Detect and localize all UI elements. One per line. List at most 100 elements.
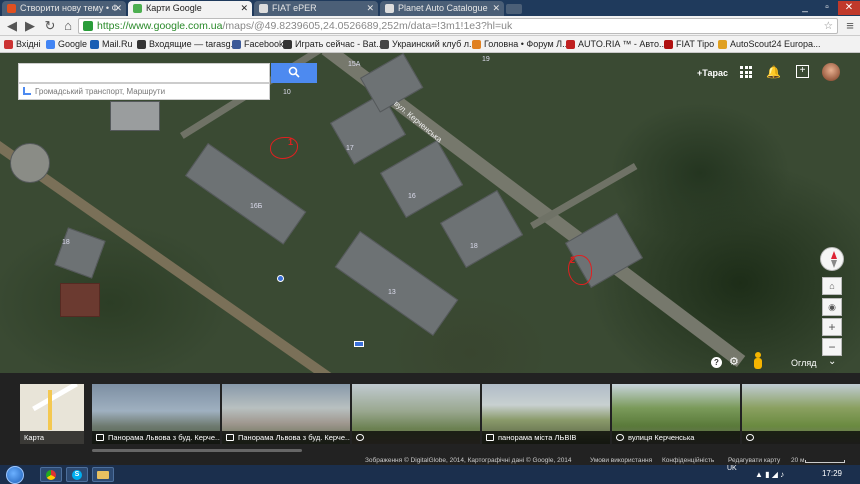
- close-icon[interactable]: ✕: [114, 1, 122, 16]
- avatar[interactable]: [822, 63, 840, 81]
- compass-control[interactable]: [820, 247, 844, 271]
- home-icon[interactable]: ⌂: [60, 18, 76, 34]
- bookmark-label: Mail.Ru: [102, 39, 133, 49]
- fiat-icon: [664, 40, 673, 49]
- zoom-out-button[interactable]: −: [822, 338, 842, 356]
- chrome-taskbar-icon[interactable]: [40, 467, 62, 482]
- bookmark-inbox[interactable]: Вхідні: [4, 38, 41, 51]
- lock-icon: [83, 21, 93, 31]
- street-view-thumbnail[interactable]: [742, 384, 860, 444]
- bookmark-play[interactable]: Играть сейчас - Bat...: [283, 38, 384, 51]
- tab-title: Створити нову тему • Ф: [20, 3, 119, 13]
- bookmark-facebook[interactable]: Facebook: [232, 38, 284, 51]
- bookmark-label: AUTO.RIA ™ - Авто...: [578, 39, 667, 49]
- imagery-attribution: Зображення © DigitalGlobe, 2014, Картогр…: [365, 457, 572, 464]
- street-view-icon: [746, 434, 754, 441]
- explorer-taskbar-icon[interactable]: [92, 467, 114, 482]
- scale-bar: [805, 460, 845, 463]
- menu-icon[interactable]: ≡: [842, 18, 858, 34]
- start-button[interactable]: [6, 466, 24, 484]
- windows-taskbar: S UK ▲ ▮ ◢ ♪ 17:29: [0, 465, 860, 484]
- close-icon[interactable]: ✕: [492, 1, 500, 16]
- bus-stop-icon[interactable]: [354, 341, 364, 347]
- tab-planet-auto[interactable]: Planet Auto Catalogue ✕: [380, 1, 504, 16]
- carousel-scrollbar[interactable]: [92, 449, 302, 452]
- photo-thumbnail[interactable]: Панорама Львова з буд. Керче...: [92, 384, 220, 444]
- pegman-icon[interactable]: [752, 352, 764, 370]
- street-view-thumbnail[interactable]: [352, 384, 480, 444]
- photo-thumbnail[interactable]: панорама міста ЛЬВІВ: [482, 384, 610, 444]
- bookmark-autoria[interactable]: AUTO.RIA ™ - Авто...: [566, 38, 666, 51]
- mailru-icon: [90, 40, 99, 49]
- bookmark-ukr-club[interactable]: Украинский клуб л...: [380, 38, 477, 51]
- user-name-link[interactable]: +Тарас: [697, 68, 728, 78]
- street-view-thumbnail[interactable]: вулиця Керченська: [612, 384, 740, 444]
- minimize-icon[interactable]: _: [794, 1, 816, 15]
- language-indicator[interactable]: UK: [727, 465, 737, 472]
- zoom-in-button[interactable]: +: [822, 318, 842, 336]
- my-location-button[interactable]: ◉: [822, 298, 842, 316]
- search-button[interactable]: [271, 63, 317, 83]
- map-view-thumbnail[interactable]: Карта: [20, 384, 84, 444]
- thumbnail-caption: Карта: [20, 431, 84, 444]
- tab-title: FIAT ePER: [272, 3, 317, 13]
- maximize-icon[interactable]: ▫: [816, 1, 838, 15]
- building: [60, 283, 100, 317]
- terms-link[interactable]: Умови використання: [590, 456, 652, 465]
- bookmark-google[interactable]: Google: [46, 38, 87, 51]
- privacy-link[interactable]: Конфіденційність: [662, 456, 714, 465]
- bookmark-fiat[interactable]: FIAT Tipo: [664, 38, 714, 51]
- bookmarks-bar: Вхідні Google Mail.Ru Входящие — tarasg.…: [0, 36, 860, 53]
- search-input[interactable]: [18, 63, 270, 83]
- building-number: 16: [408, 193, 416, 200]
- side-road: [530, 163, 638, 230]
- edit-map-link[interactable]: Редагувати карту: [728, 456, 780, 465]
- tab-google-maps[interactable]: Карти Google ✕: [128, 1, 252, 16]
- bookmark-forum[interactable]: Головна • Форум Л...: [472, 38, 570, 51]
- bus-stop-icon[interactable]: [277, 275, 284, 282]
- tab-favicon: [385, 4, 394, 13]
- bookmark-autoscout[interactable]: AutoScout24 Europa...: [718, 38, 821, 51]
- facebook-icon: [232, 40, 241, 49]
- notifications-bell-icon[interactable]: 🔔: [766, 65, 781, 79]
- building-number: 13: [388, 289, 396, 296]
- transit-directions-link[interactable]: Громадський транспорт, Маршрути: [18, 83, 270, 100]
- marker-label: 2: [570, 255, 576, 265]
- address-bar[interactable]: https://www.google.com.ua/maps/@49.82396…: [78, 18, 838, 34]
- tilt-45-button[interactable]: ⌂: [822, 277, 842, 295]
- building: [110, 101, 160, 131]
- photo-carousel: Карта Панорама Львова з буд. Керче... Па…: [0, 373, 860, 456]
- share-plus-icon[interactable]: +: [796, 65, 809, 78]
- street-view-icon: [616, 434, 624, 441]
- new-tab-button[interactable]: [506, 4, 522, 14]
- photo-thumbnail[interactable]: Панорама Львова з буд. Керче...: [222, 384, 350, 444]
- tray-icons[interactable]: ▲ ▮ ◢ ♪: [755, 470, 784, 479]
- compass-south-icon: [831, 260, 837, 268]
- thumbnail-caption: панорама міста ЛЬВІВ: [498, 433, 577, 442]
- star-icon[interactable]: ☆: [824, 19, 833, 33]
- tab-title: Карти Google: [146, 3, 202, 13]
- map-footer: Зображення © DigitalGlobe, 2014, Картогр…: [0, 456, 860, 465]
- satellite-map[interactable]: 15А 19 17 16 18 10 16Б 18 13 вул. Керчен…: [0, 53, 860, 373]
- close-icon[interactable]: ✕: [240, 1, 248, 16]
- clock[interactable]: 17:29: [822, 469, 842, 478]
- bookmark-incoming[interactable]: Входящие — tarasg...: [137, 38, 238, 51]
- forward-icon[interactable]: ▶: [22, 18, 38, 34]
- settings-gear-icon[interactable]: ⚙: [729, 355, 739, 368]
- apps-grid-icon[interactable]: [740, 66, 752, 78]
- help-icon[interactable]: ?: [711, 357, 722, 368]
- tab-forum[interactable]: Створити нову тему • Ф ✕: [2, 1, 126, 16]
- bookmark-mailru[interactable]: Mail.Ru: [90, 38, 133, 51]
- expand-chevron-icon[interactable]: ⌄: [828, 356, 836, 367]
- compass-north-icon: [831, 251, 837, 259]
- bookmark-label: AutoScout24 Europa...: [730, 39, 821, 49]
- back-icon[interactable]: ◀: [4, 18, 20, 34]
- earth-view-label[interactable]: Огляд: [791, 358, 816, 368]
- reload-icon[interactable]: ↻: [42, 18, 58, 34]
- tab-fiat-eper[interactable]: FIAT ePER ✕: [254, 1, 378, 16]
- building-number: 18: [470, 243, 478, 250]
- skype-taskbar-icon[interactable]: S: [66, 467, 88, 482]
- close-window-icon[interactable]: ✕: [838, 1, 860, 15]
- tab-favicon: [259, 4, 268, 13]
- close-icon[interactable]: ✕: [366, 1, 374, 16]
